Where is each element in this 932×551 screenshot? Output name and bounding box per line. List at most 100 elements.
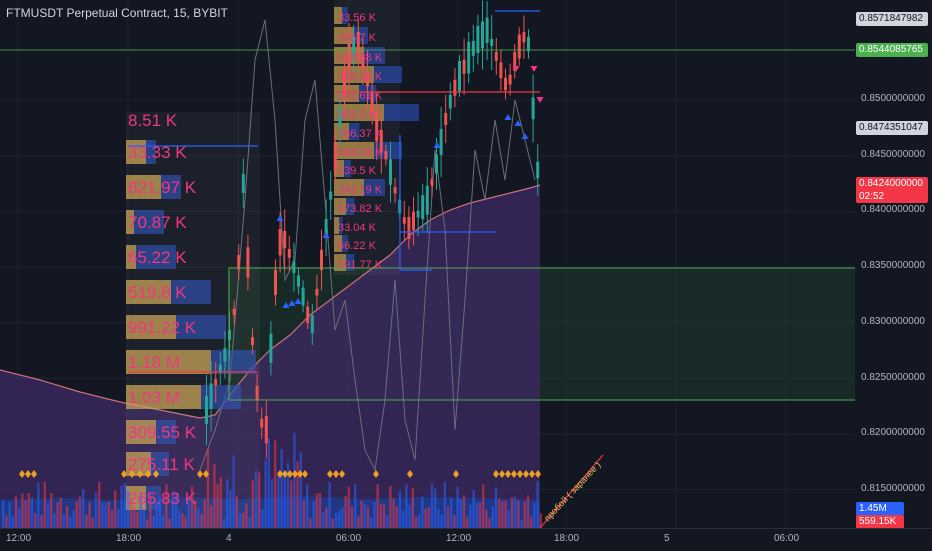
volume-bar [200, 514, 203, 528]
volume-bar [427, 507, 430, 528]
candle-body [241, 173, 245, 193]
profile2-volume-label: 368.33 K [338, 71, 383, 83]
candle-body [237, 255, 241, 270]
profile2-volume-label: 139.5 K [338, 165, 377, 177]
candle-body [504, 77, 507, 91]
profile2-bar-down [384, 104, 419, 121]
volume-bar [254, 471, 258, 528]
candle-body [527, 36, 530, 52]
volume-bar [258, 472, 261, 528]
volume-bar [59, 498, 62, 528]
volume-bar [245, 503, 248, 528]
volume-bar [494, 487, 498, 528]
volume-bar [238, 513, 242, 528]
profile2-volume-label: 402.2 K [338, 109, 377, 121]
candle-body [448, 94, 452, 109]
candle-body [462, 59, 466, 74]
volume-bar [414, 516, 418, 528]
volume-bar [466, 516, 469, 528]
candle-body [306, 306, 310, 323]
volume-bar [360, 500, 363, 528]
volume-bar [459, 498, 462, 528]
profile-volume-label: 821.97 K [128, 178, 197, 197]
volume-bar [203, 499, 206, 528]
price-tick-label: 0.8150000000 [861, 482, 925, 494]
volume-bar [72, 510, 75, 528]
profile2-volume-label: 33.04 K [338, 222, 377, 234]
candle-body [320, 249, 323, 271]
volume-bar [296, 461, 299, 528]
volume-bar [133, 507, 136, 528]
volume-badge-1: 1.45M [856, 502, 904, 516]
volume-bar [347, 486, 350, 528]
volume-bar [62, 513, 66, 528]
price-badge-1: 0.8571847982 [856, 12, 928, 26]
price-axis[interactable]: 0.8500000000 0.8450000000 0.8400000000 0.83… [855, 0, 932, 528]
volume-bar [379, 503, 382, 528]
volume-bar [101, 502, 104, 528]
volume-bar [78, 495, 82, 528]
volume-bar [110, 509, 114, 528]
candle-body [412, 211, 415, 231]
price-chart-svg[interactable]: 8.51 K 33.33 K 821.97 K 70.87 K 65.22 K 519.8… [0, 0, 932, 550]
volume-bar [373, 501, 376, 528]
volume-bar [107, 501, 110, 528]
chart-area[interactable]: 8.51 K 33.33 K 821.97 K 70.87 K 65.22 K 519.8… [0, 0, 932, 551]
volume-bar [280, 449, 283, 528]
volume-bar [507, 510, 510, 528]
volume-bar [322, 511, 325, 528]
profile-volume-label: 8.51 K [128, 111, 178, 130]
volume-bar [408, 504, 411, 528]
candle-body [223, 347, 227, 362]
volume-bar [488, 517, 491, 528]
volume-bar [267, 438, 270, 528]
profile2-volume-label: 173.82 K [338, 203, 383, 215]
volume-bar [14, 496, 18, 528]
candle-body [214, 379, 218, 386]
volume-bar [104, 502, 107, 528]
price-tick-label: 0.8350000000 [861, 260, 925, 272]
volume-bar [421, 496, 424, 528]
volume-bar [318, 492, 322, 528]
volume-bar [366, 506, 370, 528]
volume-bar [498, 498, 501, 528]
volume-bar [283, 470, 286, 528]
price-tick-label: 0.8450000000 [861, 148, 925, 160]
last-price-value: 0.8424000000 [859, 178, 923, 189]
candle-body [458, 61, 461, 91]
candle-body [536, 161, 540, 179]
volume-bar [30, 497, 34, 528]
candle-body [218, 364, 222, 373]
volume-bar [82, 489, 85, 528]
candle-body [278, 229, 282, 256]
volume-bar [440, 514, 443, 528]
volume-bar [142, 509, 146, 528]
time-tick-label: 06:00 [774, 533, 800, 544]
volume-bar [91, 518, 94, 528]
volume-bar [136, 511, 139, 528]
profile2-volume-label: 343.19 K [338, 184, 383, 196]
profile2-volume-label: 186.37 K [338, 128, 383, 140]
profile-volume-label: 70.87 K [128, 213, 187, 232]
volume-bar [299, 452, 302, 528]
volume-bar [363, 503, 366, 528]
candle-body [251, 337, 254, 346]
candle-body [471, 40, 475, 56]
price-badge-2: 0.8544085765 [856, 43, 928, 57]
candle-body [297, 275, 300, 287]
candle-body [246, 247, 250, 278]
volume-bar [418, 514, 421, 528]
time-tick-label: 12:00 [446, 533, 472, 544]
volume-bar [50, 493, 53, 528]
volume-bar [376, 483, 379, 528]
profile2-volume-label: 191.77 K [338, 259, 383, 271]
volume-bar [181, 513, 184, 528]
volume-bar [328, 481, 331, 528]
time-tick-label: 4 [226, 533, 232, 544]
volume-bar [382, 504, 386, 528]
time-axis[interactable]: 12:00 18:00 4 06:00 12:00 18:00 5 06:00 [0, 528, 932, 551]
candle-body [274, 269, 277, 296]
volume-bar [56, 502, 59, 528]
volume-bar [66, 505, 69, 528]
candle-body [255, 385, 259, 401]
